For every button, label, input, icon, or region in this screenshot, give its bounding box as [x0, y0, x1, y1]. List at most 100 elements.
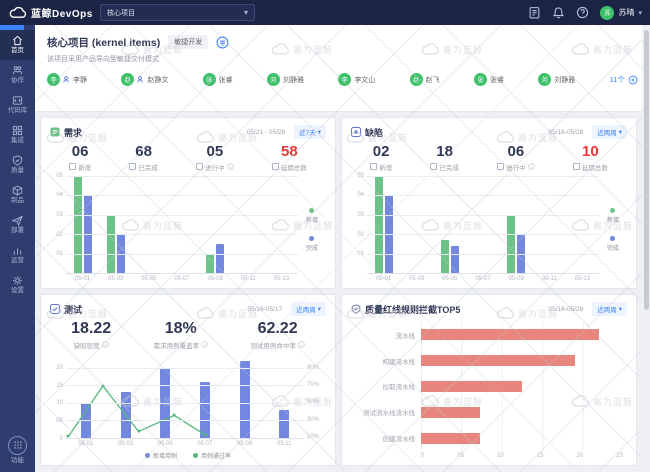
top-header: 蓝鲸DevOps 核心项目 ▾ 苏 苏晴 ▾	[0, 0, 650, 25]
stat-label: 需求用例覆盖率	[154, 340, 200, 350]
info-icon[interactable]	[298, 341, 305, 348]
y-axis-tick: 0	[60, 436, 63, 442]
sidebar-item-8[interactable]: 设置	[0, 270, 35, 300]
avatar: 张	[474, 73, 487, 86]
legend-item[interactable]: 用例通过率	[193, 451, 231, 460]
x-axis-tick: 15	[537, 451, 544, 461]
docs-icon[interactable]	[528, 6, 541, 19]
info-icon[interactable]	[528, 163, 535, 170]
x-axis-tick: 05.11	[264, 439, 304, 449]
period-dropdown[interactable]: 近两周▾	[592, 302, 627, 316]
sidebar-item-2[interactable]: 代码库	[0, 90, 35, 120]
x-axis-tick: 05-07	[165, 274, 198, 284]
plus-circle-icon	[628, 75, 638, 85]
sidebar-item-5[interactable]: 制品	[0, 180, 35, 210]
period-dropdown[interactable]: 近两周▾	[291, 302, 326, 316]
chevron-down-icon: ▾	[619, 128, 622, 136]
redline-chart[interactable]: 流水线构建流水线拉取流水线测试流水线流水线创建流水线 00510152025	[351, 322, 627, 461]
member-chip[interactable]: 赵 赵飞	[410, 73, 440, 86]
sidebar-item-1[interactable]: 协作	[0, 60, 35, 90]
legend-item[interactable]: 新增用例	[145, 451, 177, 460]
stat-icon	[497, 163, 504, 170]
info-icon[interactable]	[227, 163, 234, 170]
member-chip[interactable]: 张 张睿	[474, 73, 504, 86]
y-axis-tick: 05	[357, 173, 364, 179]
sidebar-item-7[interactable]: 运营	[0, 240, 35, 270]
chevron-down-icon: ▾	[244, 8, 248, 17]
x-axis-tick: 05-11	[533, 274, 566, 284]
deploy-plane-icon	[12, 215, 23, 226]
x-axis-tick: 05.05	[145, 439, 185, 449]
stat-value: 06	[508, 144, 525, 160]
stat-label: 已完成	[138, 162, 158, 172]
member-chip[interactable]: 张 张睿	[203, 73, 233, 86]
project-header: 核心项目 (kernel items) 敏捷开发 该项目采用产品导向型敏捷交付模…	[35, 25, 650, 112]
info-icon[interactable]	[201, 341, 208, 348]
app-logo[interactable]: 蓝鲸DevOps	[0, 5, 93, 20]
sidebar-item-3[interactable]: 集成	[0, 120, 35, 150]
agile-badge: 敏捷开发	[168, 35, 208, 49]
testing-card: 测试 05/16-05/17 近两周▾ 18.22 缺陷密度 18% 需求用例覆…	[40, 294, 336, 466]
project-info-icon[interactable]	[216, 36, 229, 49]
defects-chart[interactable]: 0102030405 05-0105-0305-0505-0705-0905-1…	[351, 176, 627, 284]
stat-value: 68	[135, 144, 152, 160]
y-axis-tick: 03	[357, 212, 364, 218]
project-selector-value: 核心项目	[107, 8, 135, 18]
y-axis-tick: 01	[56, 251, 63, 257]
member-chip[interactable]: 刘 刘静雅	[538, 73, 575, 86]
stat-label: 进行中	[205, 162, 225, 172]
stat-value: 06	[72, 144, 89, 160]
requirements-chart[interactable]: 0102030405 05-0105-0305-0505-0705-0905-1…	[50, 176, 326, 284]
period-dropdown[interactable]: 近两周▾	[592, 125, 627, 139]
grid-icon	[8, 436, 27, 455]
members-more-button[interactable]: 11个	[610, 74, 638, 85]
sidebar-item-6[interactable]: 部署	[0, 210, 35, 240]
bar	[421, 329, 599, 340]
member-chip[interactable]: 赵 赵静文	[121, 73, 168, 86]
y-axis-right-tick: 30%	[307, 417, 319, 423]
line-marker	[101, 384, 104, 387]
user-avatar: 苏	[600, 6, 614, 20]
project-selector[interactable]: 核心项目 ▾	[100, 4, 255, 21]
x-axis-tick: 05.01	[66, 439, 106, 449]
sidebar-item-0[interactable]: 首页	[0, 30, 35, 60]
pass-rate-line	[66, 354, 304, 438]
y-axis-tick: 02	[357, 232, 364, 238]
x-axis-tick: 05-05	[433, 274, 466, 284]
x-axis-tick: 05-03	[400, 274, 433, 284]
sidebar-item-label: 协作	[11, 78, 24, 85]
category-label: 构建流水线	[383, 356, 416, 366]
line-marker	[137, 430, 140, 433]
user-menu[interactable]: 苏 苏晴 ▾	[600, 6, 642, 20]
legend-item[interactable]: 完成	[607, 236, 619, 252]
x-axis-tick: 05-13	[566, 274, 599, 284]
legend-item[interactable]: 新增	[607, 208, 619, 224]
stat-label: 延期总数	[281, 162, 307, 172]
legend-item[interactable]: 完成	[306, 236, 318, 252]
scrollbar-thumb[interactable]	[644, 30, 649, 310]
x-axis-tick: 05-09	[500, 274, 533, 284]
member-chip[interactable]: 李 李静	[47, 73, 87, 86]
help-icon[interactable]	[576, 6, 589, 19]
testing-chart[interactable]: 005101520 05.0105.0305.0505.0705.0905.11…	[50, 354, 326, 449]
y-axis-tick: 02	[56, 232, 63, 238]
date-range: 05/16-05/28	[549, 306, 584, 313]
chevron-down-icon: ▾	[619, 305, 622, 313]
y-axis-tick: 15	[56, 383, 63, 389]
info-icon[interactable]	[102, 341, 109, 348]
member-chip[interactable]: 李 李文山	[338, 73, 375, 86]
sidebar-item-functions[interactable]: 功能	[0, 436, 35, 465]
bell-icon[interactable]	[552, 6, 565, 19]
period-dropdown[interactable]: 近7天▾	[294, 125, 326, 139]
legend-item[interactable]: 新增	[306, 208, 318, 224]
page: 蓝鲸DevOps 核心项目 ▾ 苏 苏晴 ▾ 首页协作代码库集成质量制品部	[0, 0, 650, 472]
sidebar-item-4[interactable]: 质量	[0, 150, 35, 180]
hbar-row: 构建流水线	[421, 355, 623, 366]
integrate-icon	[12, 125, 23, 136]
sidebar-item-label: 代码库	[8, 108, 28, 115]
card-title: 测试	[64, 303, 82, 316]
line-marker	[173, 414, 176, 417]
member-chip[interactable]: 刘 刘静雅	[267, 73, 304, 86]
stat-icon	[430, 163, 437, 170]
scrollbar-track[interactable]	[642, 0, 650, 472]
